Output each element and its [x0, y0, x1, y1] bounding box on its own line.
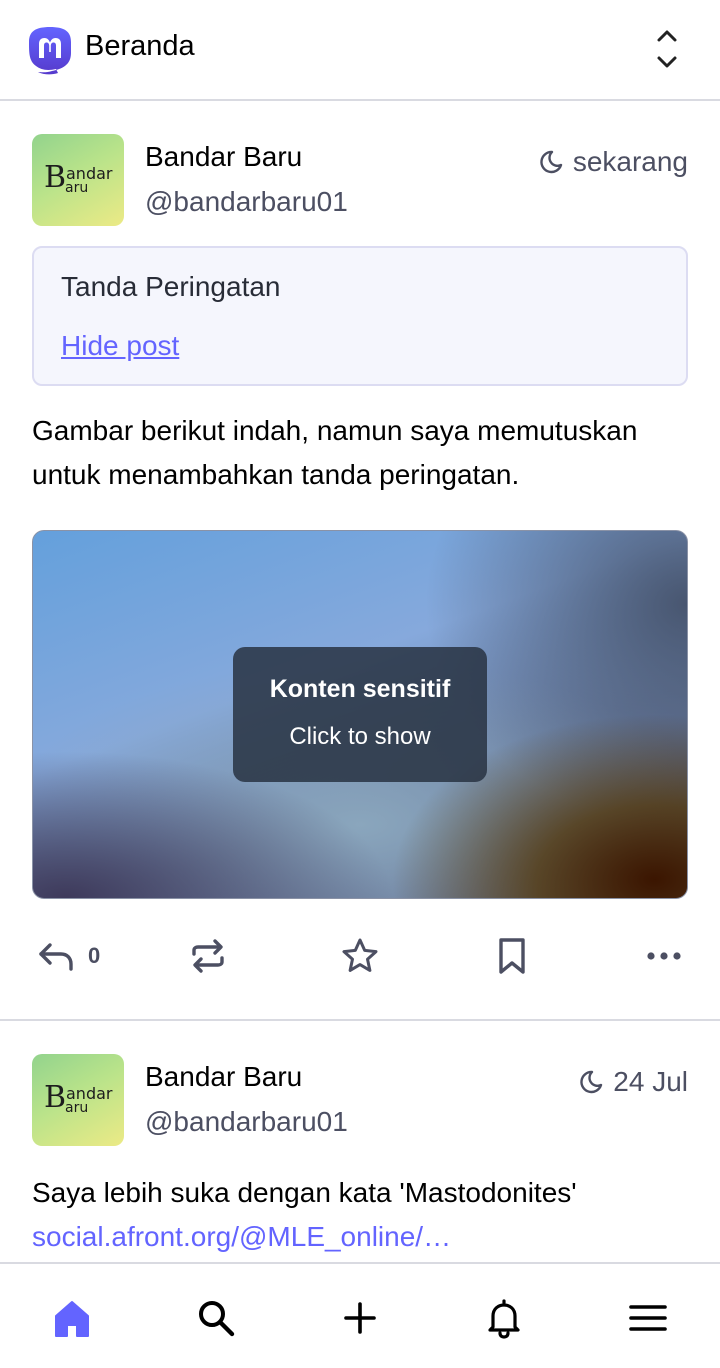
boost-button[interactable]	[188, 934, 228, 978]
post-meta[interactable]: 24 Jul	[577, 1066, 688, 1098]
page-title: Beranda	[85, 30, 195, 62]
avatar-text-bottom: aru	[65, 1100, 89, 1116]
avatar-letter: B	[44, 160, 67, 195]
more-button[interactable]	[644, 934, 684, 978]
status-post[interactable]: B andar aru Bandar Baru @bandarbaru01 se…	[0, 103, 720, 1021]
status-actions: 0	[0, 928, 720, 984]
media-attachment[interactable]: Konten sensitif Click to show	[32, 530, 688, 899]
bookmark-icon	[499, 938, 525, 974]
bottom-navigation	[0, 1262, 720, 1368]
compose-icon	[344, 1302, 376, 1334]
nav-search[interactable]	[194, 1296, 238, 1340]
sensitive-media-title: Konten sensitif	[269, 675, 451, 703]
chevron-up-down-icon[interactable]	[654, 28, 680, 70]
menu-icon	[629, 1305, 667, 1331]
post-meta[interactable]: sekarang	[537, 146, 688, 178]
post-time: sekarang	[572, 146, 688, 177]
sensitive-media-hint: Click to show	[289, 723, 431, 750]
status-link[interactable]: social.afront.org/@MLE_online/…	[32, 1215, 688, 1259]
avatar-letter: B	[44, 1080, 67, 1115]
content-warning-title: Tanda Peringatan	[61, 271, 281, 302]
avatar-text-bottom: aru	[65, 180, 89, 196]
post-time: 24 Jul	[613, 1066, 688, 1097]
star-icon	[342, 938, 378, 972]
display-name[interactable]: Bandar Baru	[145, 1061, 302, 1093]
sensitive-media-overlay[interactable]: Konten sensitif Click to show	[233, 647, 487, 782]
home-icon	[55, 1301, 89, 1337]
notifications-icon	[488, 1299, 520, 1339]
nav-notifications[interactable]	[482, 1296, 526, 1340]
more-icon	[647, 952, 681, 960]
moon-icon	[540, 150, 563, 174]
hide-post-link[interactable]: Hide post	[61, 330, 179, 362]
status-content: Gambar berikut indah, namun saya memutus…	[32, 415, 638, 490]
status-text: Saya lebih suka dengan kata 'Mastodonite…	[32, 1177, 577, 1208]
moon-icon	[580, 1070, 603, 1094]
reply-button[interactable]: 0	[36, 934, 100, 978]
search-icon	[199, 1301, 235, 1337]
nav-compose[interactable]	[338, 1296, 382, 1340]
favourite-button[interactable]	[340, 934, 380, 978]
status-post[interactable]: B andar aru Bandar Baru @bandarbaru01 24…	[0, 1023, 720, 1263]
nav-home[interactable]	[50, 1296, 94, 1340]
bookmark-button[interactable]	[492, 934, 532, 978]
status-content: Saya lebih suka dengan kata 'Mastodonite…	[32, 1171, 688, 1259]
boost-icon	[192, 939, 224, 973]
avatar[interactable]: B andar aru	[32, 134, 124, 226]
reply-count: 0	[88, 943, 101, 968]
account-handle[interactable]: @bandarbaru01	[145, 1106, 348, 1138]
content-warning: Tanda Peringatan Hide post	[32, 246, 688, 386]
mastodon-logo-icon[interactable]	[26, 25, 74, 75]
top-bar: Beranda	[0, 0, 720, 101]
nav-menu[interactable]	[626, 1296, 670, 1340]
avatar[interactable]: B andar aru	[32, 1054, 124, 1146]
reply-icon	[39, 943, 73, 971]
account-handle[interactable]: @bandarbaru01	[145, 186, 348, 218]
display-name[interactable]: Bandar Baru	[145, 141, 302, 173]
